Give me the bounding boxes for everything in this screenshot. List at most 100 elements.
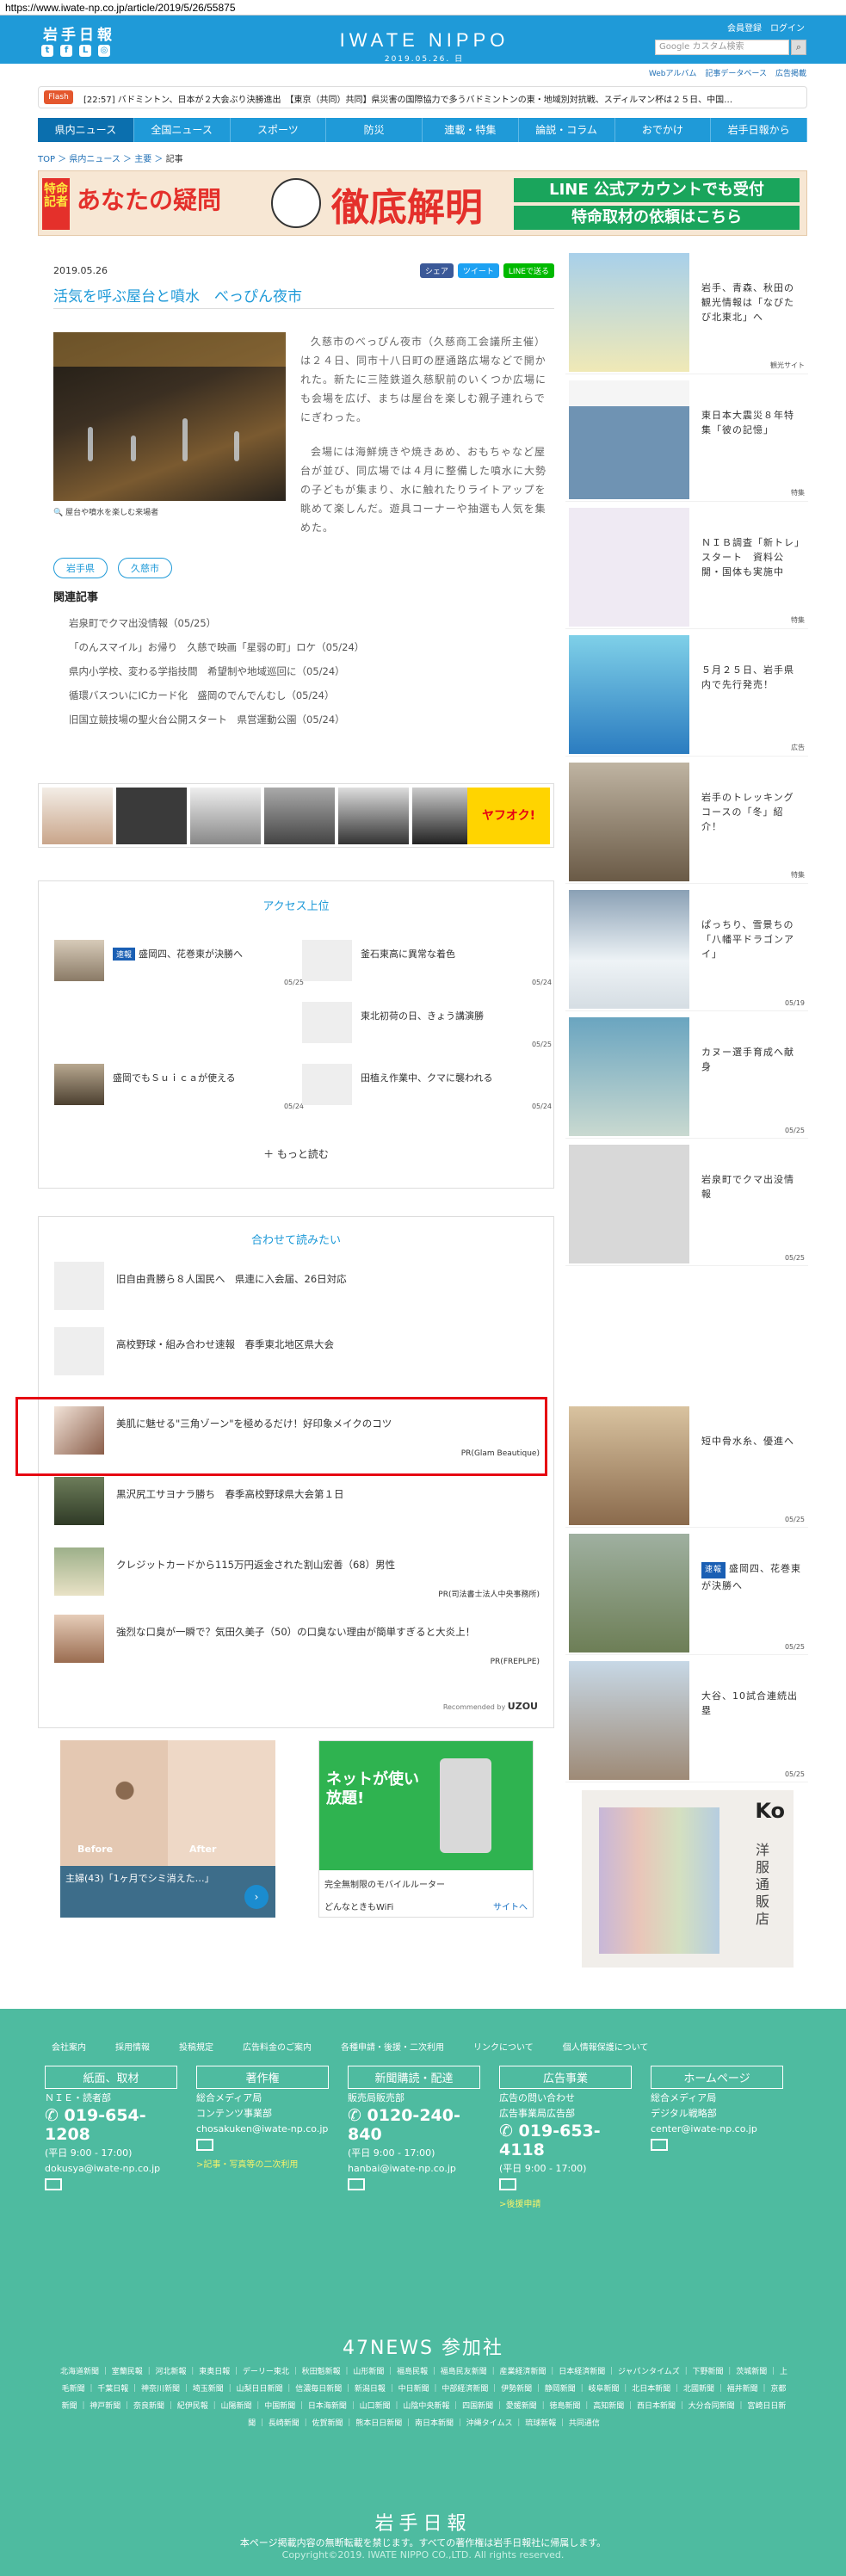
facebook-icon[interactable]: f — [60, 45, 72, 57]
twitter-share-button[interactable]: ツイート — [457, 263, 499, 278]
footer-link[interactable]: 個人情報保護について — [563, 2040, 649, 2053]
sidebar-item[interactable]: ５月２５日、岩手県内で先行発売！ 広告 — [565, 632, 808, 757]
brand[interactable]: IWATE NIPPO 2019.05.26. 日 — [338, 29, 510, 64]
nav-features[interactable]: 連載・特集 — [423, 118, 519, 142]
sidebar-item[interactable]: ＮＩＢ調査「新トレ」スタート 資料公開・国体も実施中 特集 — [565, 504, 808, 629]
nav-outing[interactable]: おでかけ — [615, 118, 712, 142]
sidebar-item[interactable]: 岩手、青森、秋田の観光情報は「なびたび北東北」へ 観光サイト — [565, 250, 808, 374]
recommend-item[interactable]: 旧自由貴勝ら８人国民へ 県連に入会届、26日対応 — [54, 1255, 540, 1317]
recommend-heading: 合わせて読みたい — [250, 1234, 341, 1247]
mail-icon[interactable] — [196, 2139, 213, 2151]
article: 2019.05.26 シェア ツイート LINEで送る 活気を呼ぶ屋台と噴水 べ… — [38, 250, 554, 766]
sidebar-item[interactable]: カヌー選手育成へ献身 05/25 — [565, 1014, 808, 1139]
banner-text1: あなたの疑問 — [77, 186, 222, 214]
nav-sports[interactable]: スポーツ — [231, 118, 327, 142]
flash-ticker[interactable]: Flash [22:57] バドミントン、日本が２大会ぶり決勝進出 【東京（共同… — [38, 86, 807, 108]
ranking-item[interactable]: 釜石東高に異常な着色 05/24 — [302, 940, 552, 991]
instagram-icon[interactable]: ◎ — [98, 45, 110, 57]
sidebar-item[interactable]: ぱっちり、雪景ちの「八幡平ドラゴンアイ」 05/19 — [565, 886, 808, 1011]
footer-col: ホームページ 総合メディア局 デジタル戦略部 center@iwate-np.c… — [651, 2066, 783, 2153]
nav-disaster[interactable]: 防災 — [326, 118, 423, 142]
search-input[interactable]: Google カスタム検索 — [655, 40, 789, 55]
copyright: Copyright©2019. IWATE NIPPO CO.,LTD. All… — [281, 2549, 565, 2561]
twitter-icon[interactable]: t — [41, 45, 53, 57]
arrow-icon: › — [244, 1885, 269, 1909]
footer-link[interactable]: 広告料金のご案内 — [243, 2040, 312, 2053]
skincare-ad[interactable]: Before After 主婦(43)「1ヶ月でシミ消えた…」 › — [60, 1740, 275, 1918]
mail-icon[interactable] — [348, 2178, 365, 2190]
recommend-item[interactable]: 黒沢尻工サヨナラ勝ち 春季高校野球県大会第１日 — [54, 1470, 540, 1532]
tag-iwate[interactable]: 岩手県 — [53, 558, 108, 578]
footer-link[interactable]: 投稿規定 — [179, 2040, 213, 2053]
article-body: 久慈市のべっぴん夜市（久慈商工会議所主催）は２４日、同市十八日町の歴通路広場など… — [300, 332, 552, 553]
article-paragraph: 会場には海鮮焼きや焼きあめ、おもちゃなど屋台が並び、同広場では４月に整備した噴水… — [300, 446, 547, 534]
tag-kuji[interactable]: 久慈市 — [118, 558, 172, 578]
wifi-ad[interactable]: ネットが使い放題! 完全無制限のモバイルルーター どんなときもWiFi サイトへ — [318, 1740, 534, 1918]
recommend-item[interactable]: 高校野球・組み合わせ速報 春季東北地区県大会 — [54, 1320, 540, 1382]
sublink-album[interactable]: Webアルバム — [649, 67, 697, 78]
recommend-item[interactable]: クレジットカードから115万円返金された割山宏善（68）男性 PR(司法書士法人… — [54, 1541, 540, 1603]
login-link[interactable]: ログイン — [770, 21, 805, 34]
banner-request-button[interactable]: 特命取材の依頼はこちら — [514, 206, 800, 230]
sidebar-item[interactable]: 大谷、10試合連続出塁 05/25 — [565, 1658, 808, 1782]
nav-national-news[interactable]: 全国ニュース — [134, 118, 231, 142]
fashion-ad[interactable]: Ko 洋服通販店 — [582, 1790, 794, 1968]
more-button[interactable]: ＋ もっと読む — [39, 1146, 553, 1161]
nav-local-news[interactable]: 県内ニュース — [38, 118, 134, 142]
facebook-share-button[interactable]: シェア — [419, 263, 454, 278]
related-item[interactable]: 循環バスついにICカード化 盛岡のでんでんむし（05/24） — [69, 683, 364, 707]
sidebar-item[interactable]: 岩泉町でクマ出没情報 05/25 — [565, 1141, 808, 1266]
divider — [53, 308, 554, 309]
ranking-item[interactable]: 田植え作業中、クマに襲われる 05/24 — [302, 1064, 552, 1115]
phone-icon: ✆ 019-654-1208 — [45, 2106, 146, 2144]
sidebar-item[interactable]: 東日本大震災８年特集「彼の記憶」 特集 — [565, 377, 808, 502]
footer-link[interactable]: 会社案内 — [52, 2040, 86, 2053]
ranking-item[interactable]: 盛岡でもＳｕｉｃａが使える 05/24 — [54, 1064, 304, 1115]
related-item[interactable]: 県内小学校、変わる学指技間 希望制や地域巡回に（05/24） — [69, 659, 364, 683]
highlight-box — [15, 1397, 547, 1476]
article-paragraph: 久慈市のべっぴん夜市（久慈商工会議所主催）は２４日、同市十八日町の歴通路広場など… — [300, 336, 547, 423]
nav-from-nippo[interactable]: 岩手日報から — [711, 118, 807, 142]
footer-col: 広告事業 広告の問い合わせ 広告事業局広告部 ✆ 019-653-4118 (平… — [499, 2066, 632, 2209]
sublink-database[interactable]: 記事データベース — [705, 67, 767, 78]
recommended-by[interactable]: Recommended by UZOU — [443, 1701, 538, 1712]
footer-logo[interactable]: 岩手日報 — [0, 2508, 846, 2536]
mail-icon[interactable] — [45, 2178, 62, 2190]
sublink-ads[interactable]: 広告掲載 — [775, 67, 806, 78]
article-photo[interactable] — [53, 332, 286, 501]
news47-list[interactable]: 北海道新聞 ｜ 室蘭民報 ｜ 河北新報 ｜ 東奥日報 ｜ デーリー東北 ｜ 秋田… — [60, 2363, 787, 2432]
related-item[interactable]: 旧国立競技場の聖火台公開スタート 県営運動公園（05/24） — [69, 707, 364, 732]
sidebar-item[interactable]: 岩手のトレッキングコースの「冬」紹介！ 特集 — [565, 759, 808, 884]
ranking-item[interactable]: 速報 盛岡四、花巻東が決勝へ 05/25 — [54, 940, 304, 991]
nav-editorials[interactable]: 論説・コラム — [519, 118, 615, 142]
footer-link[interactable]: 各種申請・後援・二次利用 — [341, 2040, 444, 2053]
related-heading: 関連記事 — [53, 591, 99, 604]
related-item[interactable]: 「のんスマイル」お帰り 久慈で映画「星弱の町」ロケ（05/24） — [69, 635, 364, 659]
footer-link[interactable]: 採用情報 — [115, 2040, 150, 2053]
browser-url[interactable]: https://www.iwate-np.co.jp/article/2019/… — [0, 0, 846, 15]
special-reporter-banner[interactable]: 特命記者 あなたの疑問 徹底解明 LINE 公式アカウントでも受付 特命取材の依… — [38, 170, 807, 236]
banner-line-button[interactable]: LINE 公式アカウントでも受付 — [514, 178, 800, 202]
ad-image — [338, 788, 409, 844]
banner-tag: 特命記者 — [42, 178, 70, 230]
line-share-button[interactable]: LINEで送る — [503, 263, 554, 278]
ranking-item[interactable]: 東北初荷の日、きょう講演勝 05/25 — [302, 1002, 552, 1053]
footer-col: 著作権 総合メディア局 コンテンツ事業部 chosakuken@iwate-np… — [196, 2066, 329, 2170]
yahoo-auction-ad[interactable]: ヤフオク! — [38, 783, 554, 848]
breadcrumb-local[interactable]: 県内ニュース — [69, 155, 120, 164]
site-logo-small[interactable]: 岩手日報 — [43, 22, 115, 44]
related-item[interactable]: 岩泉町でクマ出没情報（05/25） — [69, 611, 364, 635]
sidebar-item[interactable]: 短中骨水糸、優進へ 05/25 — [565, 1403, 808, 1528]
recommend-item[interactable]: 強烈な口臭が一瞬で？気田久美子（50）の口臭ない理由が簡単すぎると大炎上！ PR… — [54, 1608, 540, 1670]
search-icon[interactable]: ⌕ — [791, 40, 806, 55]
breadcrumb-top[interactable]: TOP — [38, 155, 55, 164]
line-icon[interactable]: L — [79, 45, 91, 57]
sidebar-item[interactable]: 速報 盛岡四、花巻東が決勝へ 05/25 — [565, 1530, 808, 1655]
mail-icon[interactable] — [499, 2178, 516, 2190]
footer-link[interactable]: リンクについて — [473, 2040, 534, 2053]
flash-text[interactable]: [22:57] バドミントン、日本が２大会ぶり決勝進出 【東京（共同）共同】県災… — [83, 92, 732, 105]
member-register-link[interactable]: 会員登録 — [727, 21, 762, 34]
breadcrumb-main[interactable]: 主要 — [134, 155, 151, 164]
account-links: 会員登録 ログイン — [727, 21, 805, 34]
mail-icon[interactable] — [651, 2139, 668, 2151]
